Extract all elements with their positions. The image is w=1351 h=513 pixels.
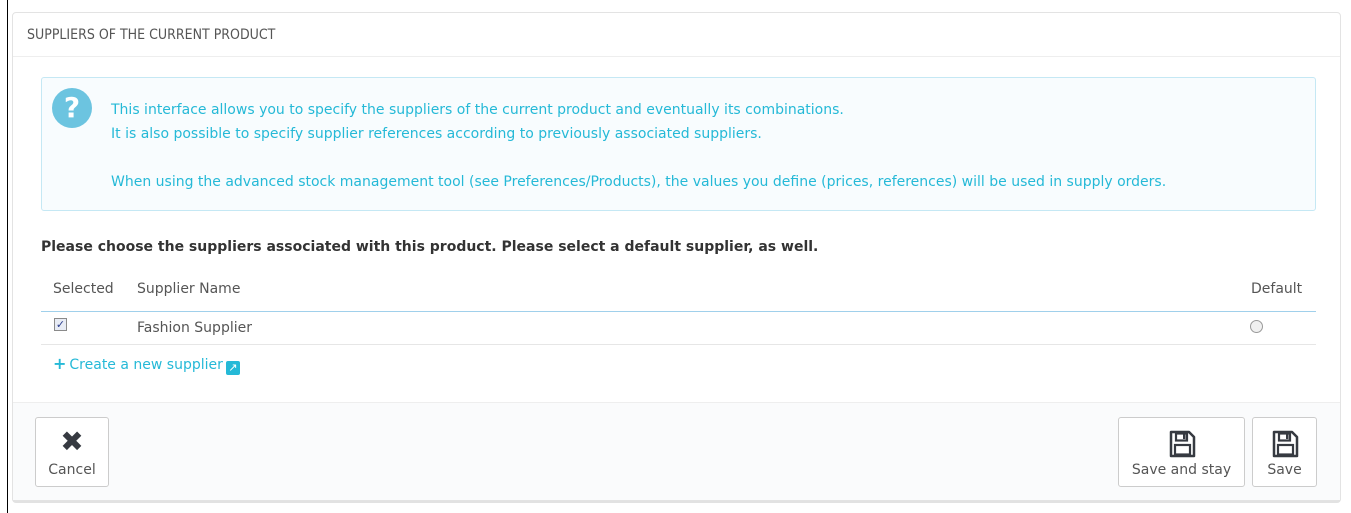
alert-line-3: When using the advanced stock management… <box>111 174 1167 190</box>
default-supplier-radio[interactable] <box>1250 320 1263 333</box>
close-icon: ✖ <box>60 425 84 458</box>
plus-icon: + <box>53 354 67 373</box>
alert-line-1: This interface allows you to specify the… <box>111 102 844 118</box>
save-button[interactable]: Save <box>1252 417 1317 487</box>
suppliers-panel: SUPPLIERS OF THE CURRENT PRODUCT ? This … <box>12 12 1341 501</box>
table-row-divider <box>41 344 1316 345</box>
supplier-selected-checkbox[interactable]: ✓ <box>54 318 67 331</box>
column-header-default: Default <box>1251 281 1303 297</box>
save-icon <box>1272 430 1298 458</box>
window-edge <box>7 0 8 513</box>
create-link-label: Create a new supplier <box>69 357 223 373</box>
save-and-stay-label: Save and stay <box>1131 462 1232 478</box>
save-and-stay-button[interactable]: Save and stay <box>1118 417 1245 487</box>
alert-line-2: It is also possible to specify supplier … <box>111 126 762 142</box>
panel-footer: ✖ Cancel Save and stay Save <box>13 402 1340 500</box>
table-header-divider <box>41 311 1316 312</box>
column-header-selected: Selected <box>53 281 114 297</box>
supplier-name-cell: Fashion Supplier <box>137 320 252 336</box>
panel-title: SUPPLIERS OF THE CURRENT PRODUCT <box>13 13 1340 57</box>
create-new-supplier-link[interactable]: + Create a new supplier ↗ <box>53 354 240 375</box>
external-link-icon: ↗ <box>225 361 240 375</box>
save-label: Save <box>1267 462 1302 478</box>
cancel-button[interactable]: ✖ Cancel <box>35 417 109 487</box>
instructions-text: Please choose the suppliers associated w… <box>41 239 819 255</box>
column-header-supplier-name: Supplier Name <box>137 281 241 297</box>
question-circle-icon: ? <box>52 88 92 128</box>
cancel-label: Cancel <box>48 462 96 478</box>
info-alert: ? This interface allows you to specify t… <box>41 77 1316 211</box>
save-icon <box>1169 430 1195 458</box>
